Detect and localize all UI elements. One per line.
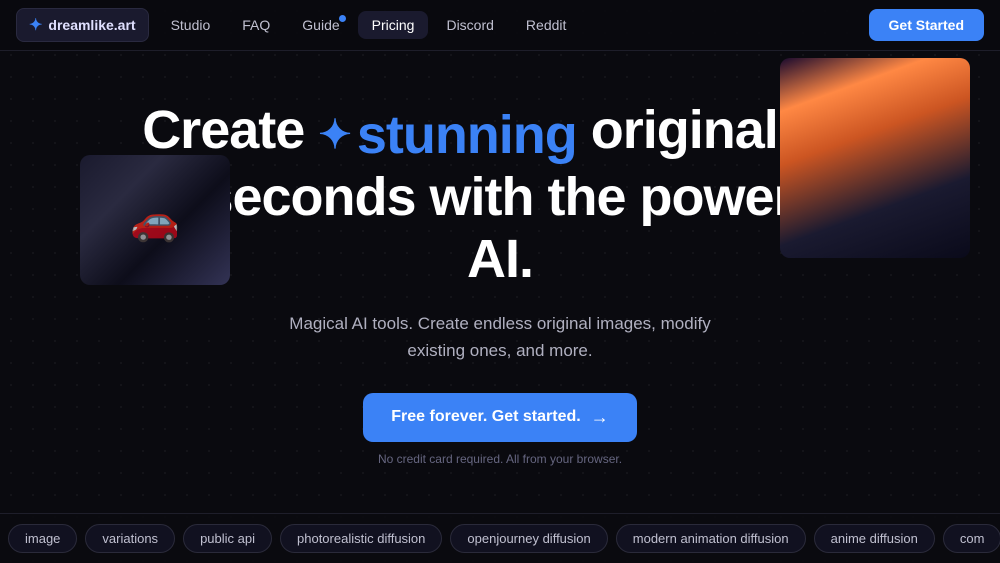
nav-faq-label: FAQ (242, 17, 270, 33)
arrow-icon: → (591, 407, 609, 428)
nav-discord[interactable]: Discord (432, 11, 507, 39)
tag-com[interactable]: com (943, 524, 1000, 553)
nav-studio-label: Studio (171, 17, 211, 33)
hero-title-accent: ✦stunning (318, 104, 576, 166)
nav-studio[interactable]: Studio (157, 11, 225, 39)
hero-title: Create ✦stunning original artin seconds … (125, 99, 875, 290)
cta-button[interactable]: Free forever. Get started. → (363, 393, 636, 442)
hero-note: No credit card required. All from your b… (378, 452, 622, 466)
notification-dot (339, 15, 346, 22)
street-illustration (780, 58, 970, 258)
diamond-icon: ✦ (29, 15, 42, 35)
street-image-right (780, 58, 970, 258)
tags-bar: image variations public api photorealist… (0, 513, 1000, 563)
brand-logo[interactable]: ✦ dreamlike.art (16, 8, 149, 42)
tag-modern-animation[interactable]: modern animation diffusion (616, 524, 806, 553)
nav-reddit[interactable]: Reddit (512, 11, 580, 39)
stunning-diamond-icon: ✦ (318, 112, 351, 158)
tag-photorealistic[interactable]: photorealistic diffusion (280, 524, 442, 553)
tag-image[interactable]: image (8, 524, 77, 553)
nav-guide[interactable]: Guide (288, 11, 353, 39)
tag-openjourney[interactable]: openjourney diffusion (450, 524, 607, 553)
hero-title-start: Create (142, 100, 304, 160)
tag-anime[interactable]: anime diffusion (814, 524, 935, 553)
tag-variations[interactable]: variations (85, 524, 175, 553)
cta-label: Free forever. Get started. (391, 408, 580, 426)
nav-faq[interactable]: FAQ (228, 11, 284, 39)
nav-reddit-label: Reddit (526, 17, 566, 33)
nav-guide-label: Guide (302, 17, 339, 33)
get-started-button[interactable]: Get Started (869, 9, 984, 41)
brand-name: dreamlike.art (48, 17, 135, 33)
hero-subtitle: Magical AI tools. Create endless origina… (260, 310, 740, 364)
nav-pricing[interactable]: Pricing (358, 11, 429, 39)
tag-public-api[interactable]: public api (183, 524, 272, 553)
nav-discord-label: Discord (446, 17, 493, 33)
nav-pricing-label: Pricing (372, 17, 415, 33)
car-image-left (80, 155, 230, 285)
car-illustration (80, 155, 230, 285)
navbar: ✦ dreamlike.art Studio FAQ Guide Pricing… (0, 0, 1000, 51)
